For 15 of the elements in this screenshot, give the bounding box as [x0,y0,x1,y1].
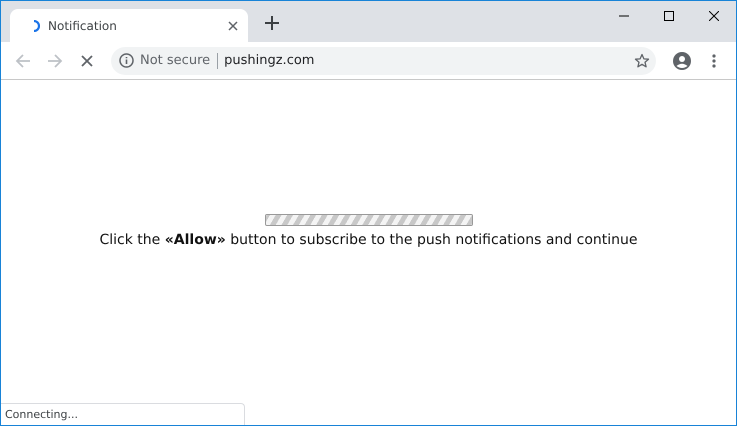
stop-icon[interactable] [81,54,93,66]
close-icon[interactable] [708,11,718,21]
url-text: pushingz.com [224,52,316,70]
star-icon[interactable] [634,52,650,68]
security-label: Not secure [140,52,218,68]
browser-tab[interactable]: Notification [10,9,248,42]
close-icon[interactable] [228,20,238,30]
account-icon[interactable] [673,52,691,70]
maximize-icon[interactable] [664,11,674,21]
address-bar[interactable]: Not secure pushingz.com [111,46,656,74]
instruction-text: Click the «Allow» button to subscribe to the push notifications and continue [100,231,638,250]
new-tab-icon[interactable] [265,16,279,30]
menu-icon[interactable] [712,54,716,68]
status-bubble: Connecting... [1,403,245,425]
info-icon [119,53,134,68]
